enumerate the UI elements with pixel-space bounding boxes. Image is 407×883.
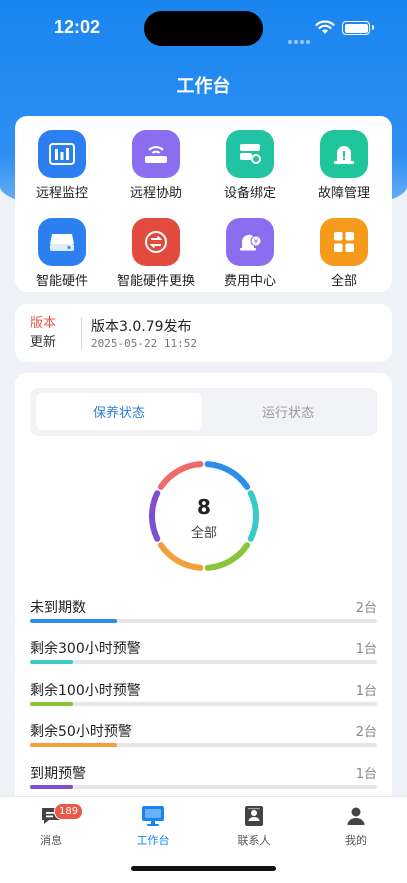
- message-icon: 189: [11, 803, 91, 829]
- grid-item-label: 远程协助: [129, 186, 182, 201]
- status-row[interactable]: 未到期数 2台: [30, 597, 377, 637]
- donut-total-label: 全部: [190, 526, 217, 541]
- grid-item-hardware-replace[interactable]: 智能硬件更换: [109, 210, 203, 290]
- donut-total: 8: [197, 495, 211, 519]
- tab-workbench[interactable]: 工作台: [113, 803, 193, 848]
- status-row[interactable]: 剩余100小时预警 1台: [30, 680, 377, 720]
- divider: [81, 317, 82, 350]
- grid-item-billing-center[interactable]: ¥ 费用中心: [203, 210, 297, 290]
- status-row-track: [30, 702, 377, 706]
- monitor-icon: [113, 803, 193, 829]
- donut-segment: [157, 542, 204, 571]
- version-notice[interactable]: 版本 更新 版本3.0.79发布 2025-05-22 11:52: [15, 304, 392, 362]
- version-tag-line2: 更新: [30, 335, 57, 350]
- home-indicator: [131, 866, 276, 871]
- grid-item-all[interactable]: 全部: [297, 210, 391, 290]
- status-tabs: 保养状态 运行状态: [30, 388, 377, 436]
- status-row-track: [30, 660, 377, 664]
- grid-item-device-binding[interactable]: 设备绑定: [203, 122, 297, 202]
- status-row-fill: [30, 702, 74, 706]
- status-row-label: 到期预警: [30, 766, 86, 782]
- link-device-icon: [226, 130, 274, 178]
- dynamic-island: [144, 11, 263, 46]
- status-row[interactable]: 剩余300小时预警 1台: [30, 638, 377, 678]
- status-row-label: 剩余100小时预警: [30, 683, 141, 699]
- version-title: 版本3.0.79发布: [91, 319, 192, 335]
- status-row-fill: [30, 785, 74, 789]
- donut-segment: [204, 542, 251, 571]
- status-row-count: 1台: [355, 767, 377, 782]
- bar-chart-icon: [38, 130, 86, 178]
- status-row-track: [30, 743, 377, 747]
- status-row-count: 2台: [355, 725, 377, 740]
- signal-dots-icon: [288, 29, 312, 48]
- swap-icon: [132, 218, 180, 266]
- status-row-track: [30, 785, 377, 789]
- tab-profile[interactable]: 我的: [316, 803, 396, 848]
- tab-label: 联系人: [237, 834, 271, 847]
- money-bell-icon: ¥: [226, 218, 274, 266]
- status-donut: 8 全部: [144, 456, 264, 576]
- donut-segment: [204, 461, 251, 490]
- grid-item-label: 智能硬件更换: [116, 274, 195, 289]
- wifi-icon: [315, 20, 335, 34]
- status-row-fill: [30, 619, 117, 623]
- grid-item-label: 智能硬件: [35, 274, 88, 289]
- drive-icon: [38, 218, 86, 266]
- battery-icon: [342, 21, 374, 35]
- status-bar: 12:02: [0, 0, 407, 56]
- tab-messages[interactable]: 189 消息: [11, 803, 91, 848]
- tab-running-status[interactable]: 运行状态: [205, 393, 371, 430]
- tab-contacts[interactable]: 联系人: [214, 803, 294, 848]
- unread-badge: 189: [54, 803, 84, 820]
- status-row-label: 剩余300小时预警: [30, 641, 141, 657]
- grid-item-label: 全部: [330, 274, 357, 289]
- grid-item-label: 远程监控: [35, 186, 88, 201]
- contacts-icon: [214, 803, 294, 829]
- grid-item-label: 费用中心: [223, 274, 276, 289]
- tab-label: 我的: [345, 834, 367, 847]
- function-grid: 远程监控 远程协助 设备绑定 故障管理 智能硬件 智能硬件更换 ¥ 费用中心 全…: [15, 116, 392, 292]
- tab-label: 消息: [40, 834, 62, 847]
- status-row-fill: [30, 660, 74, 664]
- grid-item-remote-assist[interactable]: 远程协助: [109, 122, 203, 202]
- grid-item-label: 故障管理: [317, 186, 370, 201]
- donut-segment: [157, 461, 204, 490]
- user-icon: [316, 803, 396, 829]
- grid-item-fault-management[interactable]: 故障管理: [297, 122, 391, 202]
- status-row-fill: [30, 743, 117, 747]
- alarm-icon: [320, 130, 368, 178]
- page-title: 工作台: [176, 76, 231, 97]
- status-row-track: [30, 619, 377, 623]
- version-tag-line1: 版本: [30, 316, 57, 331]
- grid-item-smart-hardware[interactable]: 智能硬件: [15, 210, 109, 290]
- version-tag: 版本 更新: [30, 314, 56, 352]
- tab-label: 工作台: [136, 834, 170, 847]
- status-row[interactable]: 剩余50小时预警 2台: [30, 721, 377, 761]
- grid-icon: [320, 218, 368, 266]
- status-time: 12:02: [54, 17, 101, 37]
- status-row-label: 剩余50小时预警: [30, 724, 132, 740]
- router-icon: [132, 130, 180, 178]
- version-date: 2025-05-22 11:52: [91, 337, 197, 350]
- tab-maintenance-status[interactable]: 保养状态: [36, 393, 202, 430]
- status-row-count: 1台: [355, 642, 377, 657]
- status-row-count: 2台: [355, 601, 377, 616]
- grid-item-label: 设备绑定: [223, 186, 276, 201]
- status-row-count: 1台: [355, 684, 377, 699]
- status-card: 保养状态 运行状态 8 全部 未到期数 2台 剩余300小时预警 1台 剩余10…: [15, 373, 392, 813]
- grid-item-remote-monitor[interactable]: 远程监控: [15, 122, 109, 202]
- svg-text:¥: ¥: [254, 238, 259, 246]
- status-row-label: 未到期数: [30, 600, 86, 616]
